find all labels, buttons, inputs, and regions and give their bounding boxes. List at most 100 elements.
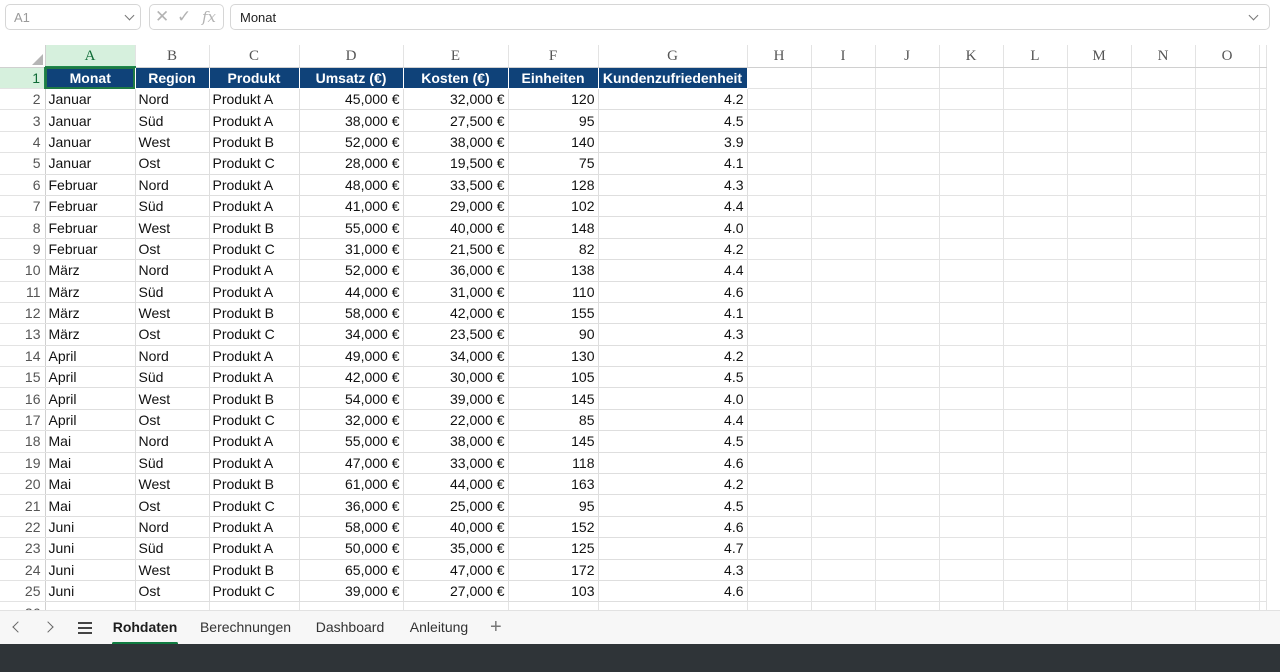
column-header-g[interactable]: G	[598, 45, 748, 68]
empty-cell[interactable]	[811, 323, 876, 346]
data-cell[interactable]: Januar	[45, 88, 136, 111]
empty-cell[interactable]	[1131, 409, 1196, 432]
data-cell[interactable]: 85	[508, 409, 599, 432]
row-header[interactable]: 16	[0, 387, 46, 410]
empty-cell[interactable]	[811, 580, 876, 603]
empty-cell[interactable]	[875, 559, 940, 581]
data-cell[interactable]: Ost	[135, 238, 210, 261]
empty-cell[interactable]	[747, 88, 812, 111]
empty-cell[interactable]	[45, 601, 136, 610]
sheet-list-menu-icon[interactable]	[78, 622, 92, 634]
data-cell[interactable]: 4.2	[598, 473, 748, 496]
empty-cell[interactable]	[1131, 88, 1196, 111]
empty-cell[interactable]	[1259, 88, 1267, 111]
empty-cell[interactable]	[1067, 537, 1132, 560]
empty-cell[interactable]	[1131, 494, 1196, 517]
sheet-tab-anleitung[interactable]: Anleitung	[406, 611, 472, 645]
data-cell[interactable]: 32,000 €	[299, 409, 404, 432]
empty-cell[interactable]	[747, 366, 812, 389]
empty-cell[interactable]	[875, 131, 940, 154]
empty-cell[interactable]	[939, 473, 1004, 496]
empty-cell[interactable]	[1003, 345, 1068, 368]
data-cell[interactable]: 21,500 €	[403, 238, 509, 261]
empty-cell[interactable]	[811, 345, 876, 368]
column-header-m[interactable]: M	[1067, 45, 1132, 68]
empty-cell[interactable]	[1195, 580, 1260, 603]
data-cell[interactable]: Nord	[135, 259, 210, 282]
data-cell[interactable]: Juni	[45, 516, 136, 539]
empty-cell[interactable]	[1131, 174, 1196, 196]
data-cell[interactable]: 34,000 €	[299, 323, 404, 346]
data-cell[interactable]: Mai	[45, 430, 136, 453]
empty-cell[interactable]	[939, 131, 1004, 154]
data-cell[interactable]: 130	[508, 345, 599, 368]
empty-cell[interactable]	[1259, 473, 1267, 496]
empty-cell[interactable]	[875, 195, 940, 218]
data-cell[interactable]: 27,500 €	[403, 109, 509, 132]
empty-cell[interactable]	[1067, 216, 1132, 239]
column-title-cell[interactable]: Region	[135, 67, 210, 89]
empty-cell[interactable]	[1067, 67, 1132, 89]
empty-cell[interactable]	[875, 537, 940, 560]
sheet-tab-dashboard[interactable]: Dashboard	[313, 611, 387, 645]
data-cell[interactable]: 82	[508, 238, 599, 261]
empty-cell[interactable]	[875, 88, 940, 111]
data-cell[interactable]: Produkt B	[209, 131, 300, 154]
empty-cell[interactable]	[1131, 195, 1196, 218]
data-cell[interactable]: 58,000 €	[299, 516, 404, 539]
empty-cell[interactable]	[1003, 366, 1068, 389]
empty-cell[interactable]	[875, 430, 940, 453]
data-cell[interactable]: 28,000 €	[299, 152, 404, 175]
data-cell[interactable]: Nord	[135, 516, 210, 539]
data-cell[interactable]: Produkt C	[209, 323, 300, 346]
data-cell[interactable]: Produkt A	[209, 430, 300, 453]
empty-cell[interactable]	[939, 238, 1004, 261]
data-cell[interactable]: 95	[508, 494, 599, 517]
empty-cell[interactable]	[939, 152, 1004, 175]
data-cell[interactable]: 4.2	[598, 345, 748, 368]
empty-cell[interactable]	[811, 216, 876, 239]
empty-cell[interactable]	[1195, 430, 1260, 453]
empty-cell[interactable]	[1259, 152, 1267, 175]
empty-cell[interactable]	[811, 387, 876, 410]
empty-cell[interactable]	[1131, 387, 1196, 410]
empty-cell[interactable]	[1259, 302, 1267, 325]
empty-cell[interactable]	[1195, 88, 1260, 111]
data-cell[interactable]: Juni	[45, 559, 136, 581]
empty-cell[interactable]	[939, 366, 1004, 389]
empty-cell[interactable]	[747, 109, 812, 132]
empty-cell[interactable]	[1259, 238, 1267, 261]
data-cell[interactable]: 4.4	[598, 259, 748, 282]
empty-cell[interactable]	[1003, 430, 1068, 453]
row-header[interactable]: 25	[0, 580, 46, 603]
empty-cell[interactable]	[811, 131, 876, 154]
column-header-l[interactable]: L	[1003, 45, 1068, 68]
data-cell[interactable]: Ost	[135, 409, 210, 432]
empty-cell[interactable]	[1003, 409, 1068, 432]
data-cell[interactable]: Produkt A	[209, 88, 300, 111]
empty-cell[interactable]	[1259, 109, 1267, 132]
data-cell[interactable]: 4.3	[598, 559, 748, 581]
data-cell[interactable]: Ost	[135, 323, 210, 346]
empty-cell[interactable]	[875, 452, 940, 475]
empty-cell[interactable]	[1259, 494, 1267, 517]
empty-cell[interactable]	[875, 216, 940, 239]
column-title-cell[interactable]: Produkt	[209, 67, 300, 89]
data-cell[interactable]: 110	[508, 281, 599, 303]
data-cell[interactable]: 34,000 €	[403, 345, 509, 368]
data-cell[interactable]: 42,000 €	[299, 366, 404, 389]
empty-cell[interactable]	[811, 430, 876, 453]
empty-cell[interactable]	[747, 345, 812, 368]
empty-cell[interactable]	[1131, 216, 1196, 239]
data-cell[interactable]: Produkt A	[209, 537, 300, 560]
add-sheet-button[interactable]: +	[490, 616, 502, 638]
empty-cell[interactable]	[939, 387, 1004, 410]
empty-cell[interactable]	[939, 195, 1004, 218]
empty-cell[interactable]	[1003, 131, 1068, 154]
data-cell[interactable]: 45,000 €	[299, 88, 404, 111]
row-header[interactable]: 20	[0, 473, 46, 496]
data-cell[interactable]: Ost	[135, 152, 210, 175]
column-title-cell[interactable]: Umsatz (€)	[299, 67, 404, 89]
empty-cell[interactable]	[939, 259, 1004, 282]
empty-cell[interactable]	[747, 302, 812, 325]
